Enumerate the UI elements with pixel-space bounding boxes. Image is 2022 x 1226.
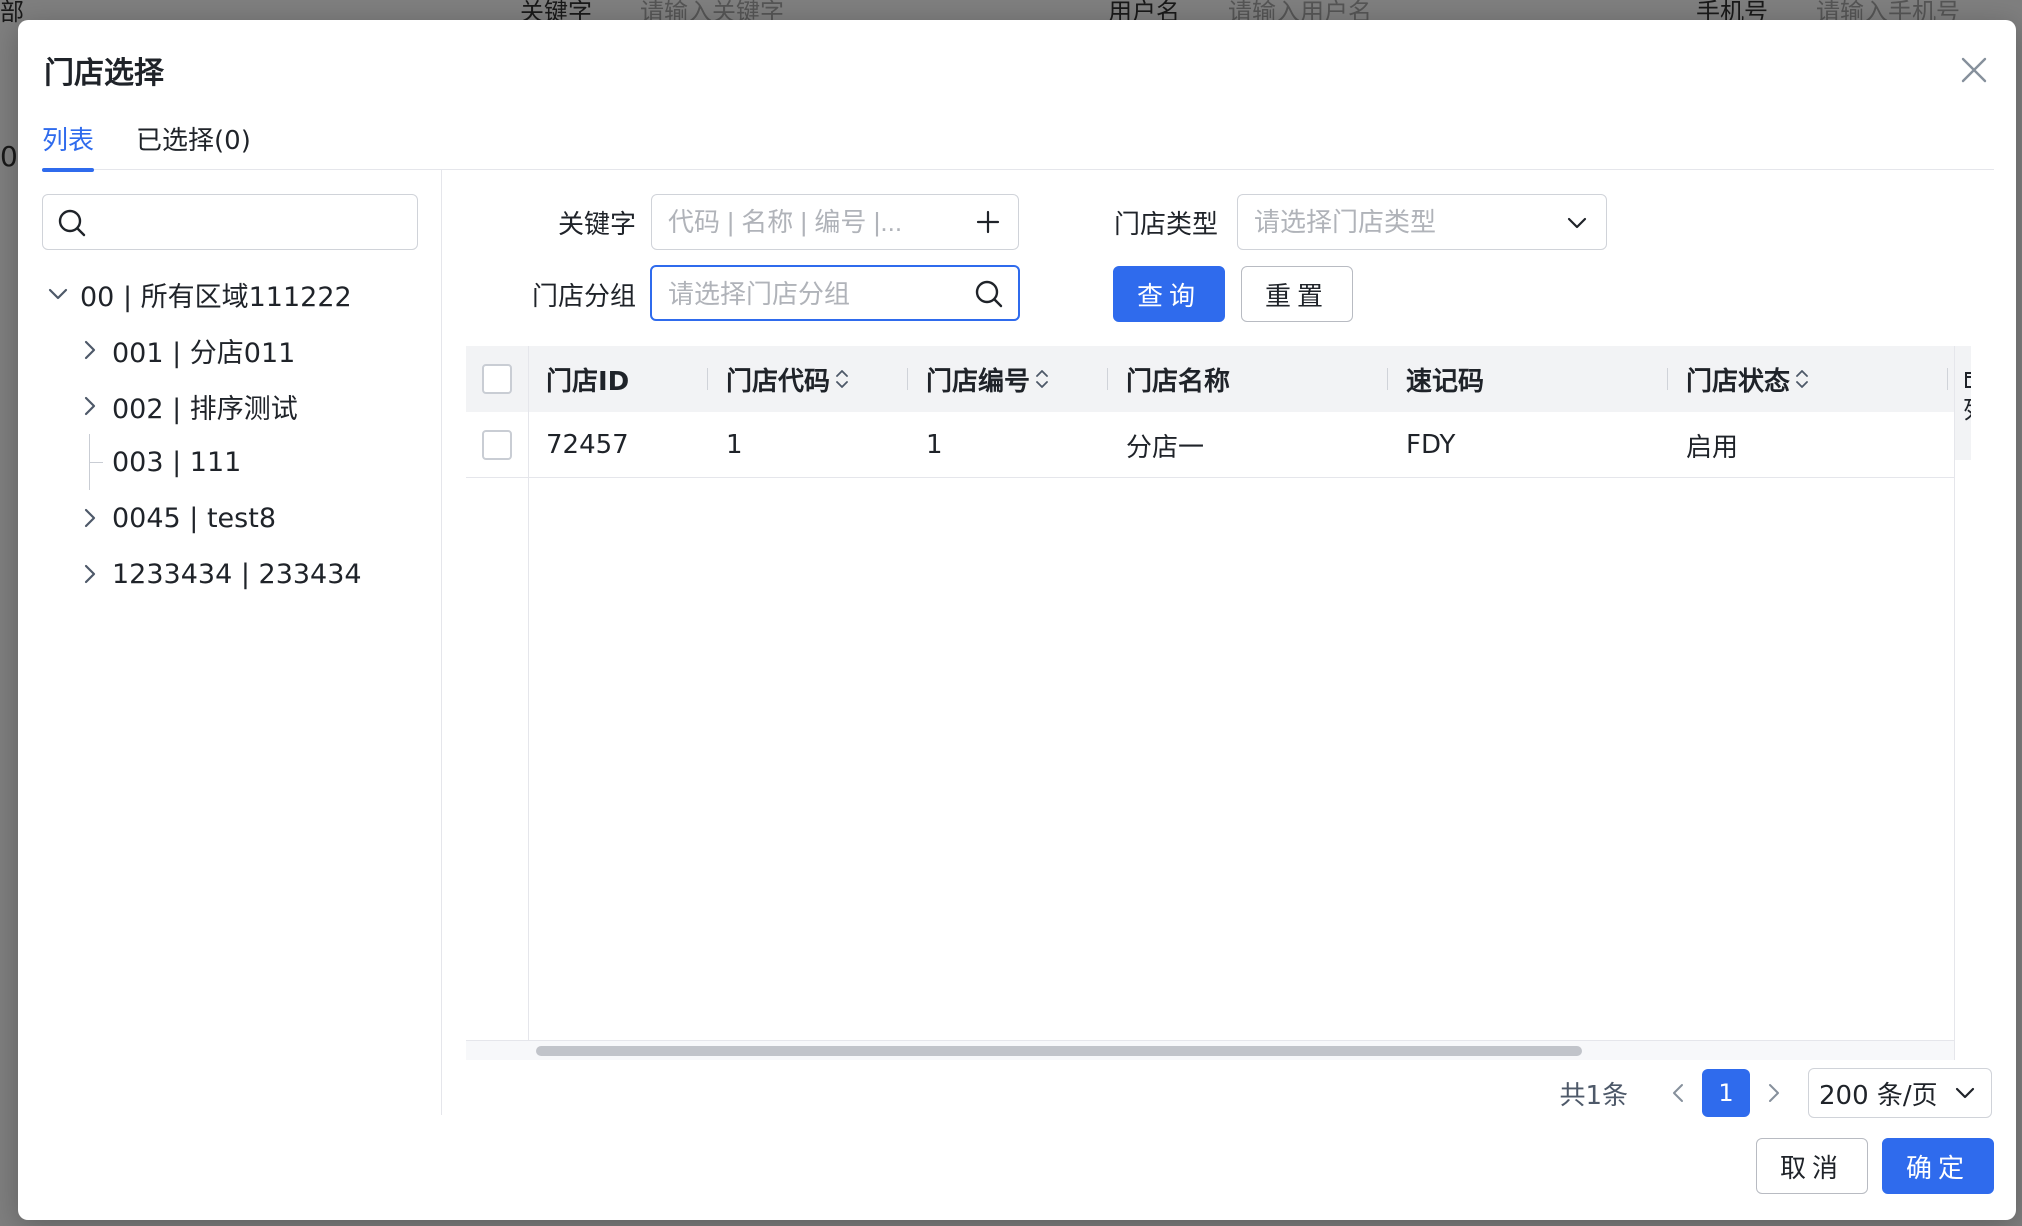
sort-icon[interactable] [1794,366,1810,392]
tree-node-label: 1233434 | 233434 [112,558,362,590]
tree-node-0045[interactable]: 0045 | test8 [42,490,422,546]
store-group-label: 门店分组 [531,282,636,312]
region-tree-panel: 00 | 所有区域111222 001 | 分店011 002 | 排序测试 0… [18,170,442,1115]
row-select-cell [482,412,512,478]
chevron-right-icon[interactable] [74,390,106,422]
column-setting-button[interactable]: 列 [1955,346,1971,460]
column-setting-strip: 列 [1954,346,1971,1060]
chevron-right-icon[interactable] [74,558,106,590]
chevron-down-icon [1955,1087,1975,1099]
chevron-right-icon[interactable] [74,334,106,366]
tab-bar: 列表 已选择(0) [42,116,1994,172]
search-icon[interactable] [974,279,1004,309]
prev-page-button[interactable] [1658,1069,1698,1117]
tree-search-box [42,194,418,250]
page-number-1[interactable]: 1 [1702,1069,1750,1117]
chevron-left-icon [1673,1084,1683,1102]
tree-node-label: 00 | 所有区域111222 [80,281,352,313]
col-store-code[interactable]: 门店代码 [726,346,850,412]
tree-node-label: 003 | 111 [112,446,242,478]
total-count: 共1条 [1559,1080,1628,1111]
store-type-select[interactable] [1237,194,1607,250]
keyword-label: 关键字 [557,210,636,240]
region-tree: 00 | 所有区域111222 001 | 分店011 002 | 排序测试 0… [42,266,422,602]
row-checkbox[interactable] [482,430,512,460]
confirm-button[interactable]: 确定 [1882,1138,1994,1194]
chevron-down-icon [1567,217,1587,229]
cell-store-name: 分店一 [1126,432,1205,463]
store-select-dialog: 门店选择 列表 已选择(0) 00 | 所有区域111222 001 | 分店0… [18,20,2016,1220]
pagination: 共1条 1 200 条/页 [1559,1068,1992,1118]
col-store-number[interactable]: 门店编号 [926,346,1050,412]
chevron-right-icon [1769,1084,1779,1102]
col-store-id[interactable]: 门店ID [546,346,629,412]
next-page-button[interactable] [1754,1069,1794,1117]
tree-node-001[interactable]: 001 | 分店011 [42,322,422,378]
select-all-cell [482,346,512,412]
tree-leaf-connector [74,434,106,490]
cell-shortcode: FDY [1406,430,1456,460]
column-setting-label: 列 [1963,390,1971,425]
plus-icon[interactable] [974,208,1002,236]
cancel-button[interactable]: 取消 [1756,1138,1868,1194]
sort-icon[interactable] [1034,366,1050,392]
tab-selected[interactable]: 已选择(0) [136,116,251,170]
col-shortcode[interactable]: 速记码 [1406,346,1484,412]
store-group-input[interactable] [668,275,968,313]
tree-node-root[interactable]: 00 | 所有区域111222 [42,266,422,322]
store-group-field [650,265,1020,321]
columns-icon [1965,372,1971,388]
col-separator[interactable] [1947,368,1948,390]
tree-search-input[interactable] [99,203,399,241]
col-separator[interactable] [1387,368,1388,390]
tree-node-label: 002 | 排序测试 [112,393,298,425]
select-all-checkbox[interactable] [482,364,512,394]
store-table: 门店ID 门店代码 门店编号 门店名称 速记码 门店状态 72457 1 1 分… [466,346,1971,1060]
chevron-down-icon[interactable] [42,278,74,310]
cell-store-number: 1 [926,430,943,460]
col-separator[interactable] [907,368,908,390]
horizontal-scrollbar[interactable] [466,1040,1954,1060]
checkbox-column-divider [528,346,529,1060]
page-size-value: 200 条/页 [1819,1080,1938,1111]
tree-node-label: 001 | 分店011 [112,337,296,369]
store-type-label: 门店类型 [1113,210,1218,240]
col-store-name[interactable]: 门店名称 [1126,346,1230,412]
cell-store-id: 72457 [546,430,629,460]
keyword-field [651,194,1019,250]
tree-node-label: 0045 | test8 [112,502,277,534]
query-button[interactable]: 查询 [1113,266,1225,322]
cell-store-status: 启用 [1686,432,1739,463]
tree-node-002[interactable]: 002 | 排序测试 [42,378,422,434]
close-button[interactable] [1954,50,1994,90]
col-separator[interactable] [1107,368,1108,390]
reset-button[interactable]: 重置 [1241,266,1353,322]
cell-store-code: 1 [726,430,743,460]
table-header: 门店ID 门店代码 门店编号 门店名称 速记码 门店状态 [466,346,1954,412]
dialog-title: 门店选择 [44,56,164,91]
table-row[interactable]: 72457 1 1 分店一 FDY 启用 [466,412,1954,478]
col-store-status[interactable]: 门店状态 [1686,346,1810,412]
tab-list[interactable]: 列表 [42,116,95,172]
col-separator[interactable] [707,368,708,390]
col-separator[interactable] [1667,368,1668,390]
sort-icon[interactable] [834,366,850,392]
tree-node-003[interactable]: 003 | 111 [42,434,422,490]
tree-node-1233434[interactable]: 1233434 | 233434 [42,546,422,602]
scrollbar-thumb[interactable] [536,1046,1582,1056]
page-size-select[interactable]: 200 条/页 [1808,1068,1992,1118]
store-type-input[interactable] [1254,203,1554,241]
close-icon [1961,57,1987,83]
search-icon [58,209,86,237]
keyword-input[interactable] [668,203,968,241]
chevron-right-icon[interactable] [74,502,106,534]
